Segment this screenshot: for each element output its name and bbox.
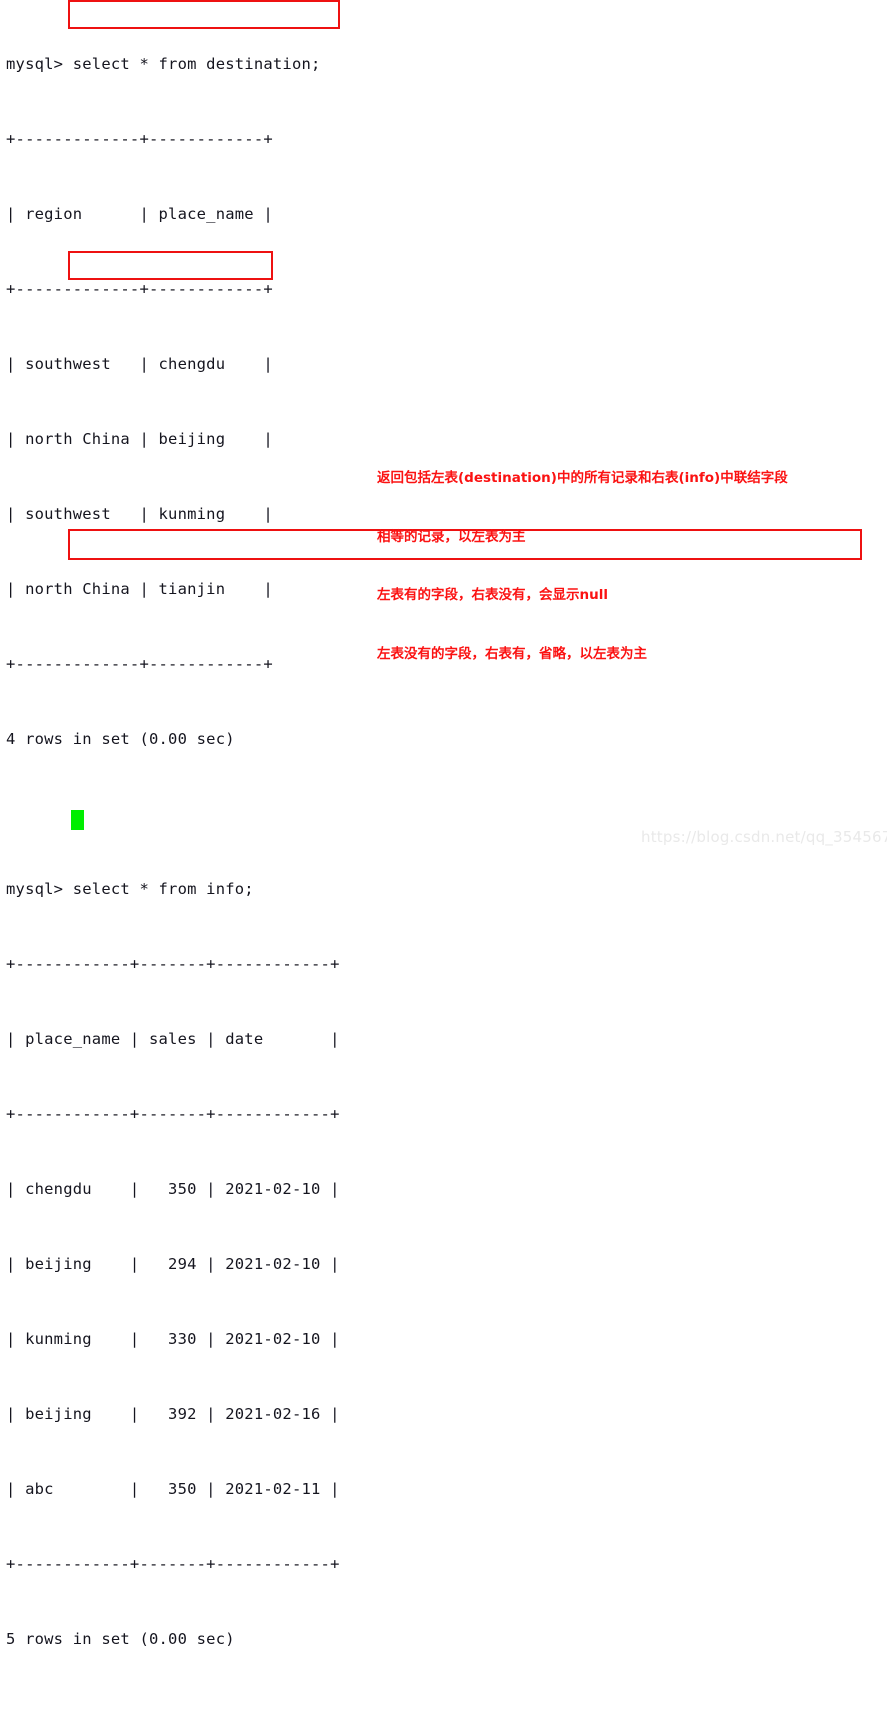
table-border: +-------------+------------+ <box>6 280 273 298</box>
annotation-line-4: 左表没有的字段，右表有，省略，以左表为主 <box>377 645 647 662</box>
annotation-line-2: 相等的记录，以左表为主 <box>377 528 526 545</box>
table-header-row: | region | place_name | <box>6 205 273 223</box>
result-status-line: 5 rows in set (0.00 sec) <box>6 1630 235 1648</box>
table-border: +------------+-------+------------+ <box>6 1105 340 1123</box>
table-border: +------------+-------+------------+ <box>6 955 340 973</box>
table-row: | southwest | chengdu | <box>6 355 273 373</box>
annotation-line-1: 返回包括左表(destination)中的所有记录和右表(info)中联结字段 <box>377 470 788 486</box>
prompt-line-query-2: mysql> select * from info; <box>6 880 254 898</box>
annotation-line-3: 左表有的字段，右表没有，会显示null <box>377 587 608 603</box>
watermark: https://blog.csdn.net/qq_35456705 <box>641 828 887 846</box>
table-row: | chengdu | 350 | 2021-02-10 | <box>6 1180 340 1198</box>
table-row: | beijing | 294 | 2021-02-10 | <box>6 1255 340 1273</box>
annotation-left-join-explanation: 返回包括左表(destination)中的所有记录和右表(info)中联结字段 … <box>377 430 788 684</box>
prompt-line-query-1: mysql> select * from destination; <box>6 55 321 73</box>
table-header-row: | place_name | sales | date | <box>6 1030 340 1048</box>
result-status-line: 4 rows in set (0.00 sec) <box>6 730 235 748</box>
terminal-cursor[interactable] <box>71 810 84 830</box>
table-row: | abc | 350 | 2021-02-11 | <box>6 1480 340 1498</box>
table-row: | beijing | 392 | 2021-02-16 | <box>6 1405 340 1423</box>
table-row: | kunming | 330 | 2021-02-10 | <box>6 1330 340 1348</box>
terminal-output: mysql> select * from destination; +-----… <box>6 2 797 1712</box>
table-border: +-------------+------------+ <box>6 130 273 148</box>
table-border: +------------+-------+------------+ <box>6 1555 340 1573</box>
